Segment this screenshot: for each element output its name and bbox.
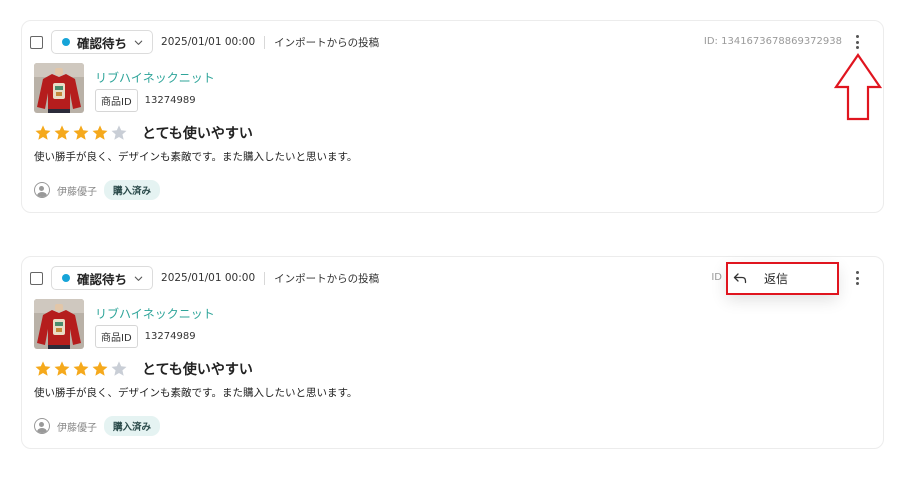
status-dot-icon — [62, 274, 70, 282]
star-rating — [34, 360, 129, 378]
divider — [264, 271, 266, 285]
product-id-value: 13274989 — [144, 331, 196, 342]
more-options-button[interactable] — [847, 267, 867, 289]
more-vertical-icon — [855, 271, 859, 274]
review-id: ID — [711, 272, 722, 283]
review-source: インポートからの投稿 — [274, 272, 380, 285]
sweater-image-icon — [34, 63, 84, 113]
rating-row: とても使いやすい — [34, 123, 253, 143]
star-icon — [92, 125, 108, 140]
product-id-label: 商品ID — [95, 325, 138, 348]
reviewer-row: 伊藤優子 購入済み — [34, 180, 161, 200]
review-body: 使い勝手が良く、デザインも素敵です。また購入したいと思います。 — [34, 387, 358, 399]
review-body: 使い勝手が良く、デザインも素敵です。また購入したいと思います。 — [34, 151, 358, 163]
purchased-badge: 購入済み — [104, 180, 161, 200]
product-id-row: 商品ID 13274989 — [95, 89, 196, 112]
review-date: 2025/01/01 00:00 — [161, 272, 256, 284]
review-card: 確認待ち 2025/01/01 00:00 インポートからの投稿 ID: 134… — [21, 20, 884, 213]
more-options-button[interactable] — [847, 31, 867, 53]
star-icon — [73, 125, 89, 140]
rating-row: とても使いやすい — [34, 359, 253, 379]
star-icon — [54, 361, 70, 376]
reviewer-name: 伊藤優子 — [57, 186, 97, 198]
star-icon — [54, 125, 70, 140]
star-icon — [73, 361, 89, 376]
sweater-image-icon — [34, 299, 84, 349]
product-name-link[interactable]: リブハイネックニット — [95, 69, 215, 86]
status-dot-icon — [62, 38, 70, 46]
user-avatar-icon — [34, 418, 50, 434]
chevron-down-icon — [134, 40, 143, 45]
product-id-value: 13274989 — [144, 95, 196, 106]
review-id: ID: 1341673678869372938 — [703, 36, 842, 47]
star-icon — [111, 125, 127, 140]
product-name-link[interactable]: リブハイネックニット — [95, 305, 215, 322]
star-icon — [92, 361, 108, 376]
up-arrow-annotation-icon — [833, 53, 883, 121]
status-label: 確認待ち — [77, 35, 128, 51]
star-rating — [34, 124, 129, 142]
star-icon — [35, 361, 51, 376]
review-source: インポートからの投稿 — [274, 36, 380, 49]
status-dropdown[interactable]: 確認待ち — [51, 266, 154, 290]
review-title: とても使いやすい — [142, 362, 253, 378]
reviewer-row: 伊藤優子 購入済み — [34, 416, 161, 436]
select-checkbox[interactable] — [30, 35, 43, 49]
select-checkbox[interactable] — [30, 271, 43, 285]
more-vertical-icon — [855, 35, 859, 38]
product-thumbnail[interactable] — [34, 299, 84, 349]
user-avatar-icon — [34, 182, 50, 198]
product-id-row: 商品ID 13274989 — [95, 325, 196, 348]
review-header: 確認待ち 2025/01/01 00:00 インポートからの投稿 — [30, 29, 379, 55]
review-date: 2025/01/01 00:00 — [161, 36, 256, 48]
reviewer-name: 伊藤優子 — [57, 422, 97, 434]
purchased-badge: 購入済み — [104, 416, 161, 436]
product-id-label: 商品ID — [95, 89, 138, 112]
chevron-down-icon — [134, 276, 143, 281]
divider — [264, 35, 266, 49]
review-title: とても使いやすい — [142, 126, 253, 142]
product-thumbnail[interactable] — [34, 63, 84, 113]
star-icon — [111, 361, 127, 376]
status-label: 確認待ち — [77, 271, 128, 287]
review-header: 確認待ち 2025/01/01 00:00 インポートからの投稿 — [30, 265, 379, 291]
star-icon — [35, 125, 51, 140]
highlight-box-annotation — [726, 262, 839, 295]
status-dropdown[interactable]: 確認待ち — [51, 30, 154, 54]
